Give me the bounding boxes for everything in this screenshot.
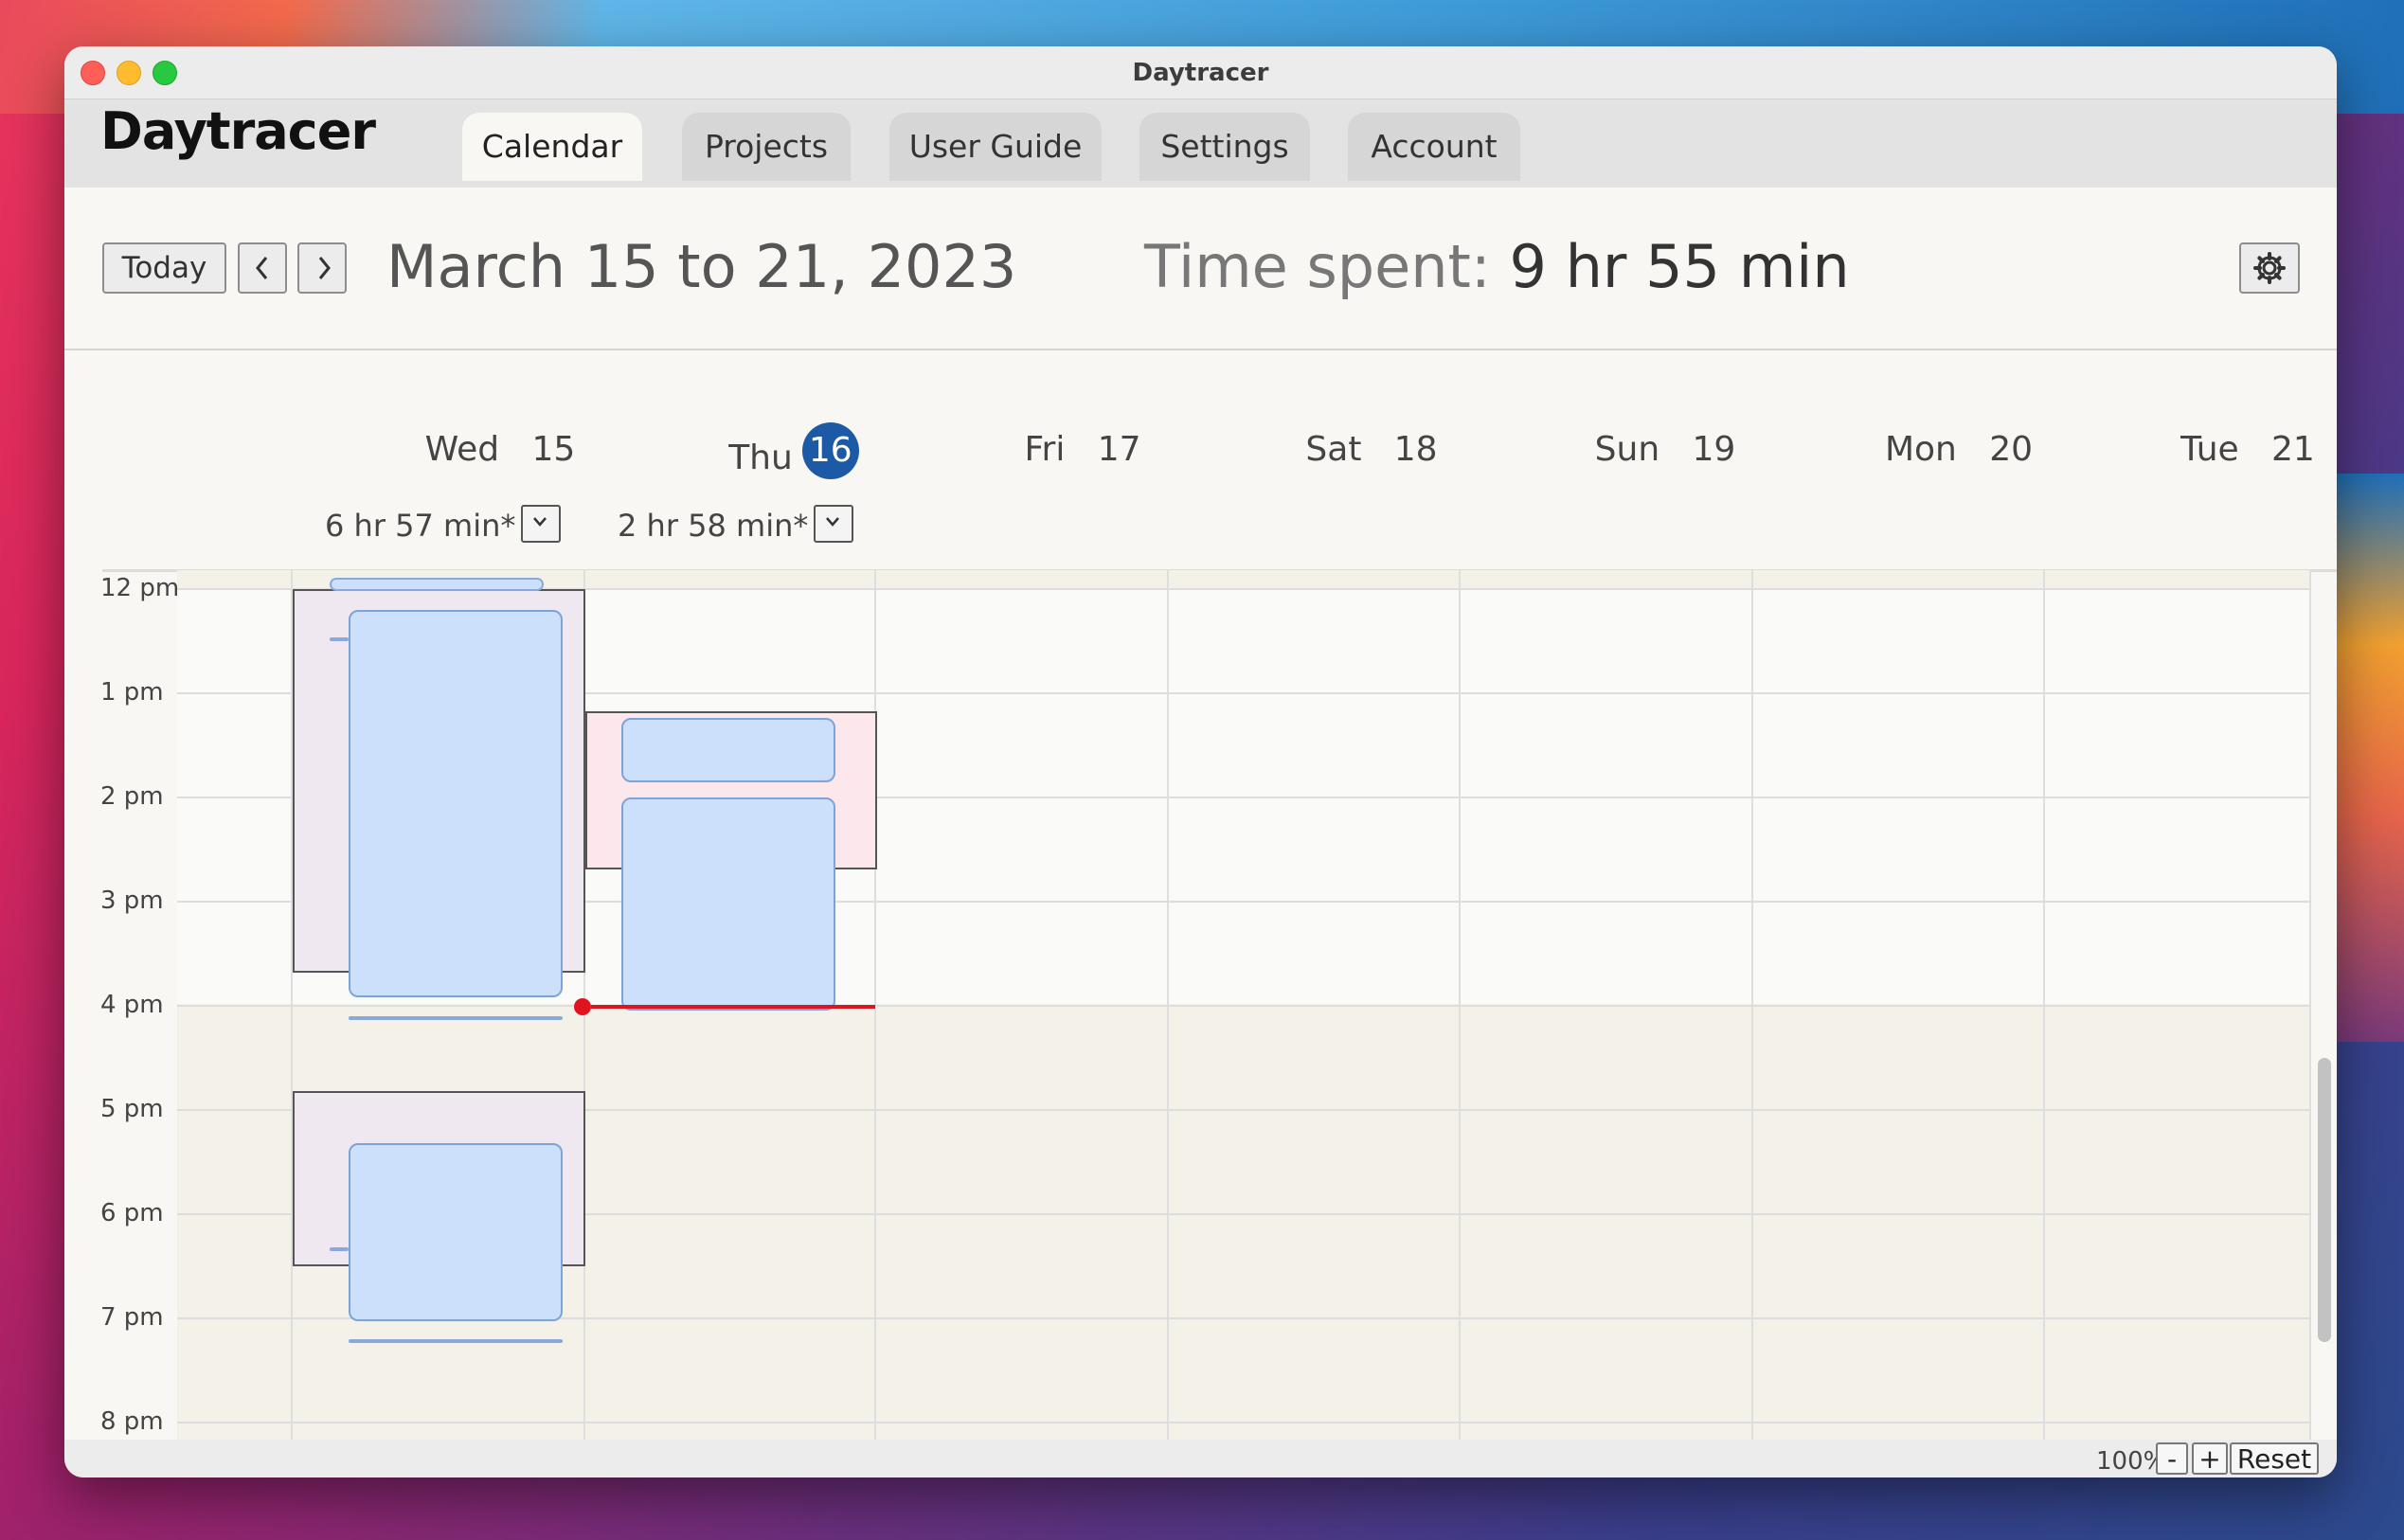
day-header-wed: Wed 15 [358, 430, 642, 469]
tab-account[interactable]: Account [1348, 113, 1520, 181]
day-of-week: Sat [1305, 430, 1362, 469]
day-header-sun: Sun 19 [1523, 430, 1807, 469]
day-date: 17 [1097, 430, 1141, 469]
day-of-week: Thu [728, 439, 793, 477]
day-of-week: Mon [1884, 430, 1957, 469]
day-header-mon: Mon 20 [1817, 430, 2101, 469]
app-logo: Daytracer [100, 101, 376, 161]
current-time-line [591, 1005, 875, 1009]
day-column-line [2043, 570, 2045, 1440]
chevron-left-icon [256, 257, 268, 279]
day-header-sat: Sat 18 [1229, 430, 1514, 469]
top-navigation: Daytracer Calendar Projects User Guide S… [64, 99, 2337, 188]
time-spent-summary: Time spent: 9 hr 55 min [1144, 232, 1850, 301]
hour-label: 5 pm [100, 1095, 164, 1123]
week-time-grid[interactable]: 12 pm 1 pm 2 pm 3 pm 4 pm 5 pm 6 pm 7 pm… [64, 570, 2337, 1440]
title-bar[interactable]: Daytracer [64, 46, 2337, 99]
chevron-down-icon [533, 517, 547, 527]
short-activity-bar[interactable] [330, 578, 544, 591]
day-of-week: Fri [1024, 430, 1066, 469]
chevron-down-icon [826, 517, 840, 527]
hour-label: 6 pm [100, 1199, 164, 1227]
day-header-fri: Fri 17 [941, 430, 1225, 469]
next-week-button[interactable] [297, 242, 347, 294]
hour-label: 2 pm [100, 782, 164, 811]
day-header-tue: Tue 21 [2106, 430, 2337, 469]
calendar-event[interactable] [349, 610, 563, 997]
calendar-toolbar: Today March 15 to 21, 2023 Time spent: 9… [64, 188, 2337, 350]
day-of-week: Wed [424, 430, 500, 469]
chevron-right-icon [318, 257, 331, 279]
day-date: 20 [1989, 430, 2034, 469]
calendar-event[interactable] [621, 797, 835, 1011]
vertical-scrollbar[interactable] [2318, 1058, 2331, 1342]
zoom-out-button[interactable]: - [2156, 1442, 2188, 1475]
zoom-in-button[interactable]: + [2192, 1442, 2228, 1475]
app-window: Daytracer Daytracer Calendar Projects Us… [64, 46, 2337, 1477]
hour-label: 8 pm [100, 1407, 164, 1436]
tab-settings[interactable]: Settings [1139, 113, 1310, 181]
day-column-line [1459, 570, 1461, 1440]
day-column-line [1167, 570, 1169, 1440]
calendar-settings-button[interactable] [2239, 242, 2300, 294]
zoom-footer: 100% - + Reset [64, 1440, 2337, 1477]
time-spent-value: 9 hr 55 min [1509, 232, 1850, 301]
zoom-reset-button[interactable]: Reset [2230, 1442, 2319, 1475]
day-column-line [1751, 570, 1753, 1440]
today-button[interactable]: Today [102, 242, 226, 294]
day-total-wed: 6 hr 57 min* [325, 505, 562, 546]
time-spent-label: Time spent: [1144, 232, 1491, 301]
tab-user-guide[interactable]: User Guide [889, 113, 1102, 181]
hour-label: 12 pm [100, 574, 180, 602]
day-total-label: 2 hr 58 min* [618, 508, 809, 544]
day-date: 15 [531, 430, 576, 469]
window-title: Daytracer [1132, 59, 1269, 87]
day-total-dropdown[interactable] [521, 505, 562, 543]
day-of-week: Sun [1594, 430, 1660, 469]
day-date: 21 [2271, 430, 2315, 469]
calendar-event[interactable] [349, 1143, 563, 1321]
date-range-title: March 15 to 21, 2023 [386, 232, 1017, 301]
day-column-line [2309, 570, 2311, 1440]
hour-label: 4 pm [100, 991, 164, 1019]
day-total-thu: 2 hr 58 min* [618, 505, 854, 546]
day-total-label: 6 hr 57 min* [325, 508, 516, 544]
previous-week-button[interactable] [238, 242, 287, 294]
short-activity-bar[interactable] [349, 1016, 563, 1020]
day-total-dropdown[interactable] [814, 505, 854, 543]
gear-icon [2253, 252, 2286, 284]
short-activity-bar[interactable] [330, 637, 349, 641]
today-date-badge: 16 [801, 422, 859, 479]
current-time-dot [574, 998, 591, 1015]
hour-label: 1 pm [100, 678, 164, 707]
hour-label: 3 pm [100, 886, 164, 915]
day-date: 18 [1393, 430, 1438, 469]
tab-projects[interactable]: Projects [682, 113, 851, 181]
day-header-thu: Thu 16 [652, 422, 936, 479]
hour-line [177, 1422, 2311, 1424]
hour-line [177, 1005, 2311, 1007]
short-activity-bar[interactable] [330, 1247, 349, 1251]
hour-label: 7 pm [100, 1303, 164, 1332]
tab-calendar[interactable]: Calendar [462, 113, 642, 181]
day-date: 19 [1692, 430, 1736, 469]
day-of-week: Tue [2180, 430, 2239, 469]
short-activity-bar[interactable] [349, 1339, 563, 1343]
calendar-event[interactable] [621, 718, 835, 782]
